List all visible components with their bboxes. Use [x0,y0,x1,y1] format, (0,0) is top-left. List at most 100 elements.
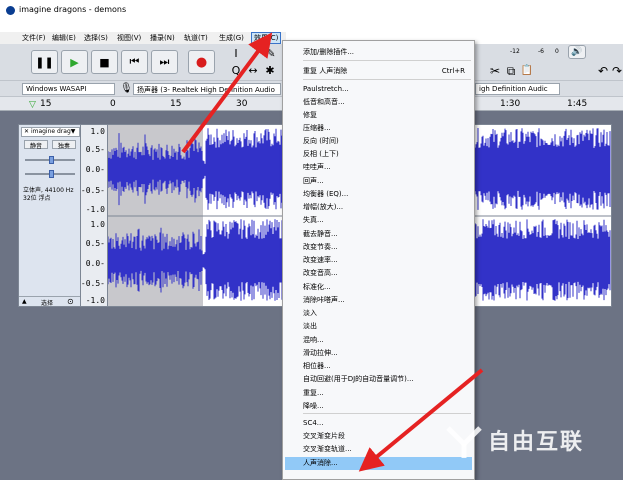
gain-slider[interactable] [25,156,75,164]
effect-menu-item[interactable]: 重复 人声消除 Ctrl+R [303,65,473,78]
effect-menu-item[interactable]: 降噪... [303,400,473,413]
effect-menu-item[interactable]: 均衡器 (EQ)... [303,188,473,201]
menu-effect[interactable]: 效果(C) [251,32,282,44]
pan-slider[interactable] [25,170,75,178]
sync-lock-icon: ⊙ [67,297,74,306]
ruler-tick: 1:45 [567,99,588,109]
microphone-icon: 🎙 [120,83,133,94]
speaker-button[interactable]: 🔊 [568,45,586,59]
cut-button[interactable]: ✂ [488,64,502,78]
effect-menu-item[interactable]: 反相 (上下) [303,148,473,161]
zoom-tool[interactable]: Q [229,64,243,78]
effect-menu-item[interactable]: 淡入 [303,307,473,320]
effect-menu-item[interactable]: 改变节奏... [303,241,473,254]
play-head-icon: ▽ [29,100,36,110]
menu-transport[interactable]: 播录(N) [150,33,175,43]
effect-menu-item[interactable]: 增幅(放大)... [303,201,473,214]
skip-start-button[interactable]: ⏮ [121,50,148,74]
track-area-right [612,111,623,307]
effect-menu-item-label: 重复 人声消除 [303,67,348,75]
effect-menu-item[interactable]: 消除咔嗒声... [303,294,473,307]
ruler-tick: 0 [110,99,116,109]
effect-menu-item-label: 交叉渐变片段 [303,432,345,440]
collapse-icon[interactable]: ▲ [22,298,27,305]
menu-file[interactable]: 文件(F) [22,33,46,43]
scale-label: 1.0 [90,220,105,229]
audio-host-select[interactable]: Windows WASAPI [22,83,115,95]
copy-button[interactable]: ⧉ [504,64,518,78]
effect-menu-item-label: 交叉渐变轨道... [303,445,352,453]
menu-tracks[interactable]: 轨道(T) [184,33,208,43]
track-format-info: 立体声, 44100 Hz 32位 浮点 [23,187,74,202]
effect-menu-item-label: 回声... [303,177,324,185]
menu-view[interactable]: 视图(V) [117,33,141,43]
meter-label: 0 [555,48,559,55]
effect-menu-item[interactable]: 相位器... [303,360,473,373]
effect-menu-item[interactable]: 截去静音... [303,228,473,241]
skip-start-icon: ⏮ [129,55,140,68]
meter-label: -6 [538,48,544,55]
input-device-select[interactable]: 扬声器 (3- Realtek High Definition Audio [133,83,281,95]
paste-button[interactable]: 📋 [520,64,534,78]
menu-separator [303,79,471,80]
effect-menu-item[interactable]: 滑动拉伸... [303,347,473,360]
effect-menu-item-label: 改变节奏... [303,243,338,251]
effect-menu-item[interactable]: 压缩器... [303,122,473,135]
effect-menu-item[interactable]: 淡出 [303,320,473,333]
undo-button[interactable]: ↶ [596,64,610,78]
selection-tool[interactable]: I [229,47,243,61]
close-icon[interactable]: ✕ [24,128,31,135]
skip-end-button[interactable]: ⏭ [151,50,178,74]
menu-bar: 文件(F) 编辑(E) 选择(S) 视图(V) 播录(N) 轨道(T) 生成(G… [0,32,286,44]
effect-menu-item-label: 修复 [303,111,317,119]
play-button[interactable]: ▶ [61,50,88,74]
menu-edit[interactable]: 编辑(E) [52,33,76,43]
effect-menu-item-label: 标准化... [303,283,331,291]
effect-menu-item[interactable]: 哇哇声... [303,161,473,174]
effect-menu-item[interactable]: 添加/删除插件... [303,46,473,59]
effect-menu-item[interactable]: 标准化... [303,281,473,294]
stop-button[interactable]: ■ [91,50,118,74]
record-button[interactable]: ● [188,50,215,74]
effect-menu-item[interactable]: 改变音高... [303,267,473,280]
ruler-tick: 1:30 [500,99,521,109]
pan-slider-knob[interactable] [49,170,54,178]
effect-menu-item[interactable]: 反向 (时间) [303,135,473,148]
select-track-button[interactable]: 选择 [41,298,53,307]
gain-slider-knob[interactable] [49,156,54,164]
effect-menu-item[interactable]: 回声... [303,175,473,188]
effect-menu-item[interactable]: 重复... [303,387,473,400]
menu-select[interactable]: 选择(S) [84,33,108,43]
effect-menu-item-label: 淡出 [303,322,317,330]
scale-label: -1.0 [85,205,105,214]
output-device-select[interactable]: igh Definition Audic [475,83,560,95]
effect-menu-item-label: 重复... [303,389,324,397]
dropdown-icon: ▼ [70,128,76,135]
effect-menu-item-label: 降噪... [303,402,324,410]
effect-menu-item-label: 压缩器... [303,124,331,132]
effect-menu-item[interactable]: 混响... [303,334,473,347]
stop-icon: ■ [99,55,110,69]
effect-menu-item-label: 均衡器 (EQ)... [303,190,349,198]
effect-menu-item[interactable]: 低音和高音... [303,96,473,109]
effect-menu-item-label: 反相 (上下) [303,150,339,158]
effect-menu-item[interactable]: Paulstretch... [303,83,473,96]
menu-generate[interactable]: 生成(G) [219,33,244,43]
solo-button[interactable]: 独奏 [52,140,76,150]
pencil-tool[interactable]: ✎ [264,47,278,61]
effect-menu-item[interactable]: 失真... [303,214,473,227]
envelope-tool[interactable]: ↔ [246,64,260,78]
effect-menu-item-label: 人声消除... [303,459,338,467]
effect-menu-item-label: 增幅(放大)... [303,203,344,211]
effect-menu-item[interactable]: 改变速率... [303,254,473,267]
effect-menu-item-label: 改变音高... [303,269,338,277]
multi-tool[interactable]: ✱ [263,64,277,78]
redo-button[interactable]: ↷ [610,64,623,78]
effect-menu-item[interactable]: 自动回避(用于DJ的自动音量调节)... [303,373,473,386]
speaker-icon: 🔊 [571,47,583,57]
mute-button[interactable]: 静音 [24,140,48,150]
effect-menu-item[interactable]: 修复 [303,109,473,122]
pause-button[interactable]: ❚❚ [31,50,58,74]
track-name-button[interactable]: ✕ imagine drag▼ [21,127,80,137]
menu-separator [303,60,471,61]
